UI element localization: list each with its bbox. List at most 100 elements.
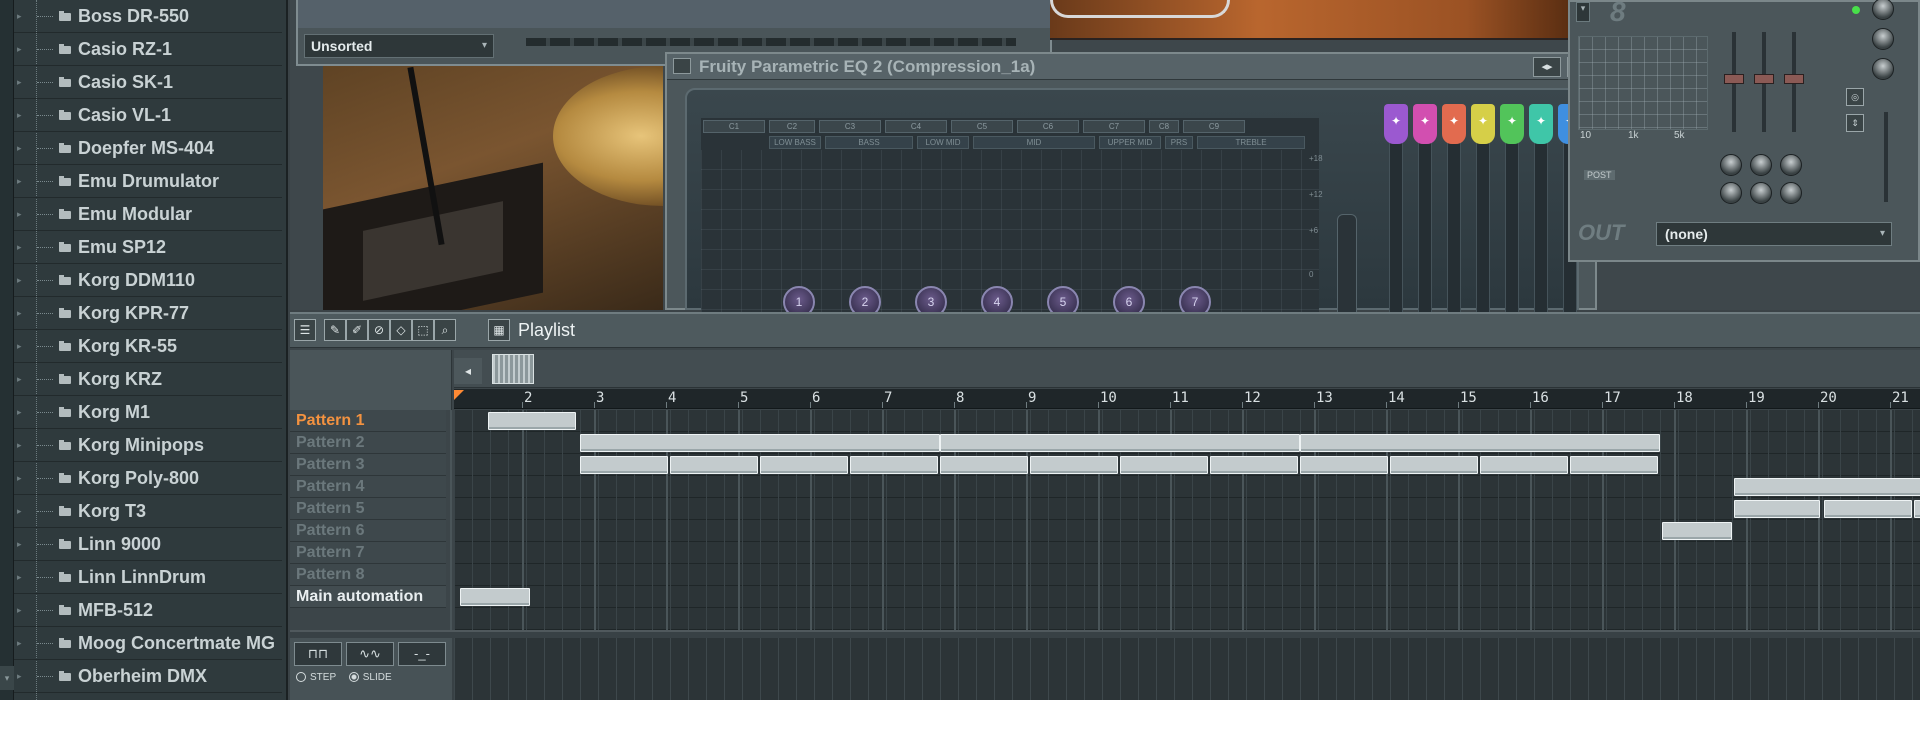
browser-folder[interactable]: ▸ Casio VL-1 (14, 99, 282, 132)
browser-folder[interactable]: ▸ Oberheim DMX (14, 660, 282, 693)
pattern-clip[interactable] (1914, 500, 1920, 518)
expand-arrow-icon[interactable]: ▸ (17, 176, 27, 187)
browser-folder[interactable]: ▸ Korg KPR-77 (14, 297, 282, 330)
step-radio[interactable] (296, 672, 306, 683)
expand-arrow-icon[interactable]: ▸ (17, 44, 27, 55)
volume-slider[interactable] (1884, 112, 1888, 202)
band-gain-fader[interactable] (1389, 140, 1403, 316)
browser-folder[interactable]: ▸ MFB-512 (14, 594, 282, 627)
pattern-clip[interactable] (1570, 456, 1658, 474)
eq-knob[interactable] (1780, 154, 1802, 176)
pan-knob[interactable] (1872, 28, 1894, 50)
browser-folder[interactable]: ▸ Korg T3 (14, 495, 282, 528)
eq-knob[interactable] (1750, 182, 1772, 204)
swap-button[interactable]: ⇕ (1846, 114, 1864, 132)
expand-arrow-icon[interactable]: ▸ (17, 275, 27, 286)
browser-folder[interactable]: ▸ Moog Concertmate MG (14, 627, 282, 660)
browser-folder[interactable]: ▸ Emu SP12 (14, 231, 282, 264)
eq-titlebar[interactable]: Fruity Parametric EQ 2 (Compression_1a) … (667, 54, 1595, 80)
pattern-clip[interactable] (1824, 500, 1912, 518)
browser-scrollbar[interactable] (0, 0, 14, 700)
browser-folder[interactable]: ▸ Doepfer MS-404 (14, 132, 282, 165)
brush-icon[interactable]: ✐ (346, 319, 368, 341)
mixer-eq-graph[interactable] (1578, 36, 1708, 130)
pattern-clip[interactable] (488, 412, 576, 430)
pattern-clip[interactable] (1030, 456, 1118, 474)
pattern-clip[interactable] (940, 456, 1028, 474)
pattern-clip[interactable] (1210, 456, 1298, 474)
expand-arrow-icon[interactable]: ▸ (17, 440, 27, 451)
track-name[interactable]: Pattern 6 (290, 520, 446, 542)
browser-folder[interactable]: ▸ Korg M1 (14, 396, 282, 429)
browser-folder[interactable]: ▸ Emu Drumulator (14, 165, 282, 198)
expand-arrow-icon[interactable]: ▸ (17, 209, 27, 220)
expand-arrow-icon[interactable]: ▸ (17, 242, 27, 253)
scroll-down-arrow-icon[interactable]: ▾ (0, 666, 14, 690)
expand-arrow-icon[interactable]: ▸ (17, 605, 27, 616)
menu-icon[interactable]: ☰ (294, 319, 316, 341)
sort-dropdown[interactable]: Unsorted ▾ (304, 34, 494, 58)
pattern-clip[interactable] (1480, 456, 1568, 474)
browser-folder[interactable]: ▸ Linn 9000 (14, 528, 282, 561)
eq-knob[interactable] (1750, 154, 1772, 176)
grid-icon[interactable]: ▦ (488, 319, 510, 341)
automation-grid[interactable] (454, 638, 1920, 700)
browser-folder[interactable]: ▸ Casio SK-1 (14, 66, 282, 99)
track-name[interactable]: Pattern 7 (290, 542, 446, 564)
slide-radio[interactable] (348, 672, 359, 683)
expand-arrow-icon[interactable]: ▸ (17, 77, 27, 88)
track-name[interactable]: Main automation (290, 586, 446, 608)
band-handle[interactable]: ✦ (1471, 104, 1495, 144)
status-led[interactable] (1852, 6, 1860, 14)
expand-arrow-icon[interactable]: ▸ (17, 11, 27, 22)
browser-folder[interactable]: ▸ Korg Minipops (14, 429, 282, 462)
step-wave-button[interactable]: -_- (398, 642, 446, 666)
eq-knob[interactable] (1720, 154, 1742, 176)
eq-band-slider[interactable] (1724, 32, 1744, 132)
band-handle[interactable]: ✦ (1384, 104, 1408, 144)
expand-arrow-icon[interactable]: ▸ (17, 638, 27, 649)
delete-icon[interactable]: ⊘ (368, 319, 390, 341)
zoom-icon[interactable]: ⌕ (434, 319, 456, 341)
band-gain-fader[interactable] (1534, 140, 1548, 316)
pattern-clip[interactable] (1300, 456, 1388, 474)
band-handle[interactable]: ✦ (1413, 104, 1437, 144)
browser-folder[interactable]: ▸ Korg Poly-800 (14, 462, 282, 495)
track-name[interactable]: Pattern 4 (290, 476, 446, 498)
track-name[interactable]: Pattern 8 (290, 564, 446, 586)
track-name[interactable]: Pattern 1 (290, 410, 446, 432)
expand-arrow-icon[interactable]: ▸ (17, 110, 27, 121)
playlist-grid[interactable] (450, 410, 1920, 630)
pattern-clip[interactable] (1120, 456, 1208, 474)
browser-folder[interactable]: ▸ Korg KRZ (14, 363, 282, 396)
expand-arrow-icon[interactable]: ▸ (17, 374, 27, 385)
pattern-clip[interactable] (580, 456, 668, 474)
expand-arrow-icon[interactable]: ▸ (17, 539, 27, 550)
pattern-clip[interactable] (1734, 500, 1820, 518)
browser-folder[interactable]: ▸ Casio RZ-1 (14, 33, 282, 66)
eq-knob[interactable] (1780, 182, 1802, 204)
song-position-marker[interactable] (454, 390, 464, 400)
expand-arrow-icon[interactable]: ▸ (17, 407, 27, 418)
browser-folder[interactable]: ▸ Korg KR-55 (14, 330, 282, 363)
pattern-clip[interactable] (580, 434, 940, 452)
band-handle[interactable]: ✦ (1529, 104, 1553, 144)
expand-arrow-icon[interactable]: ▸ (17, 506, 27, 517)
chevron-down-icon[interactable]: ▾ (1576, 2, 1590, 22)
horizontal-scrollbar[interactable]: ◂ (454, 350, 1920, 388)
expand-arrow-icon[interactable]: ▸ (17, 308, 27, 319)
pattern-clip[interactable] (670, 456, 758, 474)
pattern-clip[interactable] (460, 588, 530, 606)
link-button[interactable]: ◎ (1846, 88, 1864, 106)
eq-knob[interactable] (1720, 182, 1742, 204)
scroll-track[interactable] (526, 38, 1016, 46)
track-name[interactable]: Pattern 2 (290, 432, 446, 454)
band-gain-fader[interactable] (1447, 140, 1461, 316)
eq-band-slider[interactable] (1754, 32, 1774, 132)
expand-arrow-icon[interactable]: ▸ (17, 572, 27, 583)
band-gain-fader[interactable] (1418, 140, 1432, 316)
slice-icon[interactable]: ◇ (390, 319, 412, 341)
expand-arrow-icon[interactable]: ▸ (17, 671, 27, 682)
track-name[interactable]: Pattern 3 (290, 454, 446, 476)
expand-arrow-icon[interactable]: ▸ (17, 143, 27, 154)
